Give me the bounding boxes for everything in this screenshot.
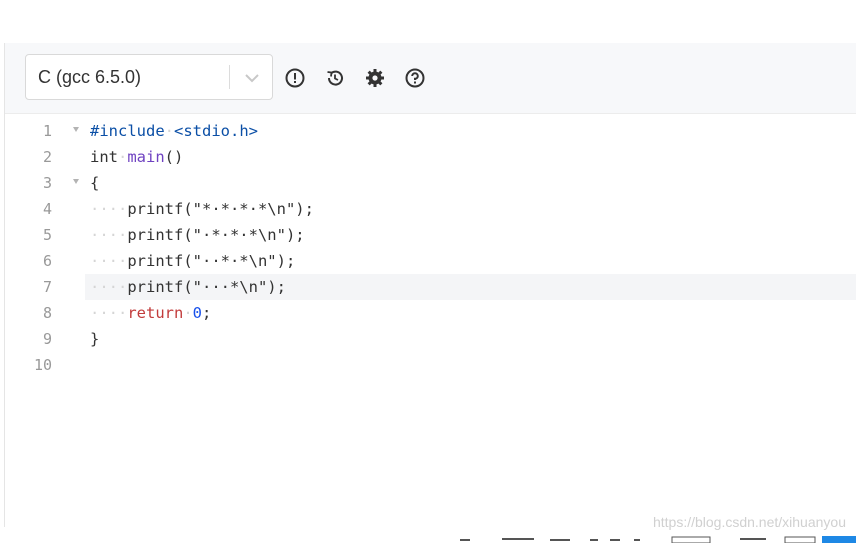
indent-marker: ···· [90, 278, 128, 296]
fold-arrow-icon[interactable] [73, 127, 79, 132]
gear-icon[interactable] [364, 67, 386, 89]
fold-arrow-icon[interactable] [73, 179, 79, 184]
return-keyword: return [127, 304, 184, 322]
line-number: 4 [42, 200, 52, 218]
include-header: <stdio.h> [174, 122, 258, 140]
watermark: https://blog.csdn.net/xihuanyou [652, 514, 846, 530]
info-icon[interactable] [284, 67, 306, 89]
line-number: 8 [42, 304, 52, 322]
line-number: 3 [42, 174, 52, 192]
line-number: 2 [42, 148, 52, 166]
code-line: int·main() [90, 144, 183, 170]
code-line: #include·<stdio.h> [90, 118, 258, 144]
whitespace-marker: · [118, 148, 128, 166]
line-number: 6 [42, 252, 52, 270]
line-number: 7 [42, 278, 52, 296]
history-icon[interactable] [324, 67, 346, 89]
semicolon: ; [202, 304, 212, 322]
indent-marker: ···· [90, 304, 128, 322]
type-keyword: int [90, 148, 118, 166]
cropped-bottom-content [460, 536, 856, 543]
whitespace-marker: · [164, 122, 174, 140]
code-editor[interactable]: 1 2 3 4 5 6 7 8 9 10 #include·<stdio.h> … [5, 114, 856, 527]
code-line: ····printf("···*\n"); [90, 274, 286, 300]
language-select-value: C (gcc 6.5.0) [38, 67, 142, 87]
parens: () [164, 148, 184, 166]
indent-marker: ···· [90, 252, 128, 270]
close-brace: } [90, 330, 100, 348]
code-line: ····return·0; [90, 300, 211, 326]
indent-marker: ···· [90, 200, 128, 218]
printf-statement: printf("··*·*\n"); [127, 252, 296, 270]
language-select[interactable]: C (gcc 6.5.0) [25, 54, 273, 100]
code-editor-frame: C (gcc 6.5.0) 1 2 3 4 5 6 7 8 9 10 #incl… [4, 43, 856, 527]
line-number: 5 [42, 226, 52, 244]
code-line: ····printf("*·*·*·*\n"); [90, 196, 314, 222]
chevron-down-icon[interactable] [240, 66, 264, 90]
code-line: ····printf("··*·*\n"); [90, 248, 295, 274]
printf-statement: printf("*·*·*·*\n"); [127, 200, 314, 218]
whitespace-marker: · [183, 304, 193, 322]
number-literal: 0 [192, 304, 203, 322]
preprocessor-directive: #include [90, 122, 165, 140]
editor-toolbar: C (gcc 6.5.0) [5, 43, 856, 114]
code-line: } [90, 326, 99, 352]
code-line: { [90, 170, 99, 196]
help-icon[interactable] [404, 67, 426, 89]
line-number: 1 [42, 122, 52, 140]
indent-marker: ···· [90, 226, 128, 244]
function-name: main [127, 148, 165, 166]
printf-statement: printf("·*·*·*\n"); [127, 226, 305, 244]
code-line: ····printf("·*·*·*\n"); [90, 222, 305, 248]
open-brace: { [90, 174, 100, 192]
line-number: 10 [33, 356, 52, 374]
line-number: 9 [42, 330, 52, 348]
printf-statement: printf("···*\n"); [127, 278, 286, 296]
select-divider [229, 65, 230, 89]
